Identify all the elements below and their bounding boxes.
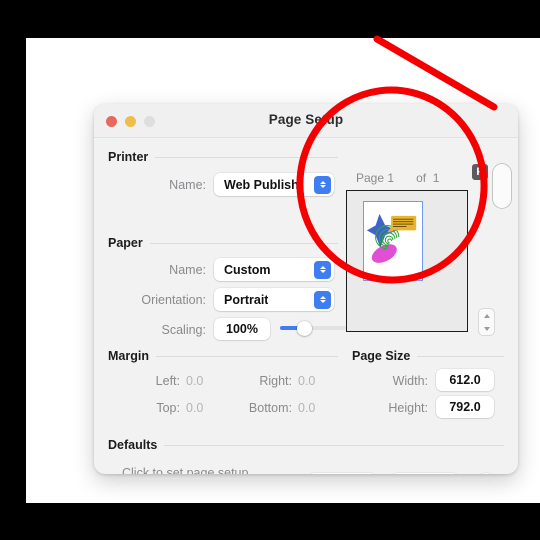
paper-orientation-value: Portrait [224,292,269,307]
section-header-margin: Margin [108,349,338,363]
defaults-hint: Click to set page setup for new document… [122,465,248,474]
margin-left-value: 0.0 [186,374,204,388]
screenshot-root: Page Setup Printer Name: Web Publish Pap… [0,0,540,540]
section-header-defaults: Defaults [108,438,504,452]
paper-orientation-label: Orientation: [141,293,206,307]
chevron-updown-icon[interactable] [314,260,331,279]
p-badge-icon: P [472,164,488,180]
margin-top-label: Top: [156,401,180,415]
thumbnail-artwork-icon [366,213,417,263]
section-header-printer: Printer [108,150,338,164]
page-size-heading-label: Page Size [352,349,411,363]
preview-page-stepper[interactable] [479,309,494,335]
document-canvas: Page Setup Printer Name: Web Publish Pap… [26,38,540,503]
dialog-body: Printer Name: Web Publish Paper Name: Cu… [94,138,518,474]
divider [149,242,338,244]
chevron-updown-icon[interactable] [314,175,331,194]
margin-bottom-value: 0.0 [298,401,316,415]
page-setup-dialog: Page Setup Printer Name: Web Publish Pap… [94,104,518,474]
chevron-updown-icon[interactable] [314,290,331,309]
divider [164,444,504,446]
dialog-titlebar[interactable]: Page Setup [94,104,518,138]
page-width-label: Width: [392,374,428,388]
preview-side-pill[interactable] [493,164,511,208]
paper-scaling-label: Scaling: [161,323,206,337]
section-header-page-size: Page Size [352,349,504,363]
default-button[interactable]: Default [391,473,459,474]
paper-heading-label: Paper [108,236,143,250]
page-thumbnail [363,201,423,281]
margin-right-label: Right: [259,374,292,388]
slider-knob[interactable] [297,320,313,336]
scaling-input[interactable]: 100% [214,318,270,340]
divider [155,156,338,158]
paper-name-popup[interactable]: Custom [214,258,334,281]
paper-name-label: Name: [169,263,206,277]
defaults-heading-label: Defaults [108,438,158,452]
section-header-paper: Paper [108,236,338,250]
preview-page-label: Page 1 [356,171,395,185]
help-button[interactable]: ? [475,473,497,474]
page-width-input[interactable]: 612.0 [436,369,494,391]
printer-name-popup[interactable]: Web Publish [214,173,334,196]
printer-name-value: Web Publish [224,177,299,192]
print-preview-pane[interactable] [346,190,468,332]
page-height-input[interactable]: 792.0 [436,396,494,418]
paper-name-value: Custom [224,262,271,277]
margin-left-label: Left: [155,374,180,388]
margin-right-value: 0.0 [298,374,316,388]
preview-page-indicator: Page 1 of 1 [356,171,439,185]
current-button[interactable]: Current [308,473,376,474]
chevron-down-icon [483,326,490,331]
preview-total-label: of 1 [416,171,440,185]
paper-orientation-popup[interactable]: Portrait [214,288,334,311]
chevron-up-icon [483,313,490,318]
defaults-hint-line1: Click to set page setup [122,466,249,474]
divider [155,355,338,357]
divider [417,355,504,357]
page-height-label: Height: [388,401,428,415]
page-title: Page Setup [268,112,344,127]
printer-name-label: Name: [169,178,206,192]
margin-bottom-label: Bottom: [248,401,292,415]
printer-heading-label: Printer [108,150,149,164]
margin-top-value: 0.0 [186,401,204,415]
margin-heading-label: Margin [108,349,149,363]
